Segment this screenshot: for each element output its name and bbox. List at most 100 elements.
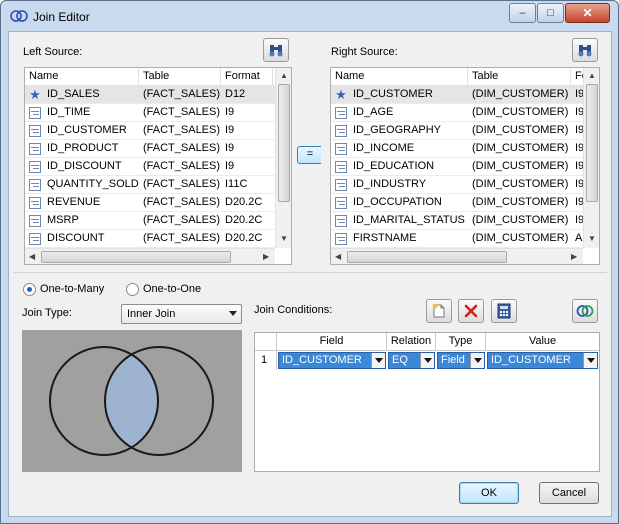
column-header-name[interactable]: Name [25,68,139,86]
left-find-button[interactable] [263,38,289,62]
value-combo[interactable]: ID_CUSTOMER [487,352,598,369]
table-row[interactable]: ID_OCCUPATION (DIM_CUSTOMER) I9 [331,194,583,212]
right-horizontal-scrollbar[interactable]: ◀ ▶ [331,248,583,264]
name-cell: ★ ID_SALES [25,86,139,103]
one-to-one-radio[interactable] [126,283,139,296]
scroll-down-icon[interactable]: ▼ [280,234,288,243]
table-row[interactable]: ID_INCOME (DIM_CUSTOMER) I9 [331,140,583,158]
format-cell: I9 [575,196,583,208]
column-header-table[interactable]: Table [468,68,571,86]
table-row[interactable]: ID_GEOGRAPHY (DIM_CUSTOMER) I9 [331,122,583,140]
right-grid-body: ★ ID_CUSTOMER (DIM_CUSTOMER) I9 ID_AGE (DIM_C… [331,86,583,248]
table-row[interactable]: REVENUE (FACT_SALES) D20.2C [25,194,275,212]
key-star-icon: ★ [29,87,41,102]
binoculars-icon [578,45,592,57]
title-bar: Join Editor – □ ✕ [1,1,618,31]
right-vertical-scrollbar[interactable]: ▲ ▼ [583,68,599,248]
auto-match-button[interactable]: = [297,146,323,164]
column-header-type[interactable]: Type [436,333,486,351]
new-condition-button[interactable] [426,299,452,323]
column-header-table[interactable]: Table [139,68,221,86]
scroll-thumb[interactable] [41,251,231,263]
right-source-panel: Right Source: Name Table Forn ★ ID_CUSTOM… [321,35,609,267]
left-source-panel: Left Source: Name Table Format De ★ ID_SA… [14,35,299,267]
condition-row[interactable]: 1 ID_CUSTOMER EQ Field ID_CUSTOMER [255,351,599,370]
scroll-right-icon[interactable]: ▶ [263,252,269,261]
maximize-button[interactable]: □ [537,3,564,23]
scroll-thumb[interactable] [278,84,290,202]
chevron-down-icon[interactable] [583,353,597,368]
delete-icon [464,304,478,318]
join-type-select[interactable]: Inner Join [121,304,242,324]
scroll-up-icon[interactable]: ▲ [588,71,596,80]
table-row[interactable]: QUANTITY_SOLD (FACT_SALES) I11C [25,176,275,194]
format-cell: I9 [225,124,235,136]
join-options-button[interactable] [572,299,598,323]
relation-cell: EQ [387,351,436,370]
column-header-name[interactable]: Name [331,68,468,86]
one-to-many-label[interactable]: One-to-Many [40,283,104,295]
table-cell: (DIM_CUSTOMER) [472,160,569,172]
scroll-thumb[interactable] [347,251,507,263]
table-row[interactable]: FIRSTNAME (DIM_CUSTOMER) A [331,230,583,248]
table-row[interactable]: ★ ID_SALES (FACT_SALES) D12 [25,86,275,104]
field-combo[interactable]: ID_CUSTOMER [278,352,386,369]
format-cell: I9 [575,88,583,100]
column-header-value[interactable]: Value [486,333,599,351]
join-type-label: Join Type: [22,307,72,319]
table-row[interactable]: ID_CUSTOMER (FACT_SALES) I9 [25,122,275,140]
name-cell: ID_OCCUPATION [331,194,468,211]
scroll-up-icon[interactable]: ▲ [280,71,288,80]
column-header-field[interactable]: Field [277,333,387,351]
table-row[interactable]: ID_TIME (FACT_SALES) I9 [25,104,275,122]
join-icon [576,305,594,317]
type-combo[interactable]: Field [437,352,485,369]
relation-combo[interactable]: EQ [388,352,435,369]
one-to-one-label[interactable]: One-to-One [143,283,201,295]
cancel-button[interactable]: Cancel [539,482,599,504]
table-row[interactable]: ID_DISCOUNT (FACT_SALES) I9 [25,158,275,176]
field-name: ID_OCCUPATION [353,196,442,208]
field-icon [335,232,347,245]
scroll-down-icon[interactable]: ▼ [588,234,596,243]
field-name: ID_INCOME [353,142,415,154]
one-to-many-radio[interactable] [23,283,36,296]
close-button[interactable]: ✕ [565,3,610,23]
join-app-icon [10,10,28,22]
name-cell: FIRSTNAME [331,230,468,247]
scroll-thumb[interactable] [586,84,598,202]
format-cell: I9 [225,160,235,172]
join-conditions-grid: Field Relation Type Value 1 ID_CUSTOMER … [254,332,600,472]
table-cell: (FACT_SALES) [143,142,221,154]
column-header-format[interactable]: Format [221,68,273,86]
delete-condition-button[interactable] [458,299,484,323]
name-cell: MSRP [25,212,139,229]
left-horizontal-scrollbar[interactable]: ◀ ▶ [25,248,275,264]
minimize-button[interactable]: – [509,3,536,23]
calculator-button[interactable] [491,299,517,323]
table-row[interactable]: DISCOUNT (FACT_SALES) D20.2C [25,230,275,248]
table-cell: (DIM_CUSTOMER) [472,142,569,154]
chevron-down-icon[interactable] [371,353,385,368]
table-row[interactable]: ★ ID_CUSTOMER (DIM_CUSTOMER) I9 [331,86,583,104]
table-row[interactable]: ID_MARITAL_STATUS (DIM_CUSTOMER) I9 [331,212,583,230]
scroll-left-icon[interactable]: ◀ [335,252,341,261]
chevron-down-icon[interactable] [470,353,484,368]
column-header-relation[interactable]: Relation [387,333,436,351]
scroll-left-icon[interactable]: ◀ [29,252,35,261]
left-grid-body: ★ ID_SALES (FACT_SALES) D12 ID_TIME (FACT_SAL… [25,86,275,248]
ok-button[interactable]: OK [459,482,519,504]
table-row[interactable]: ID_PRODUCT (FACT_SALES) I9 [25,140,275,158]
field-name: ID_DISCOUNT [47,160,122,172]
table-row[interactable]: MSRP (FACT_SALES) D20.2C [25,212,275,230]
table-row[interactable]: ID_INDUSTRY (DIM_CUSTOMER) I9 [331,176,583,194]
scroll-right-icon[interactable]: ▶ [571,252,577,261]
table-row[interactable]: ID_AGE (DIM_CUSTOMER) I9 [331,104,583,122]
field-icon [29,142,41,155]
left-vertical-scrollbar[interactable]: ▲ ▼ [275,68,291,248]
name-cell: ID_AGE [331,104,468,121]
right-find-button[interactable] [572,38,598,62]
field-name: ID_INDUSTRY [353,178,427,190]
chevron-down-icon[interactable] [420,353,434,368]
table-row[interactable]: ID_EDUCATION (DIM_CUSTOMER) I9 [331,158,583,176]
